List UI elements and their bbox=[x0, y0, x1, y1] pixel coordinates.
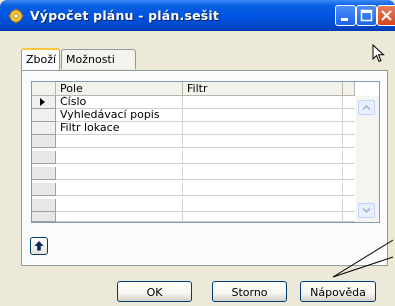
row-spacer bbox=[343, 199, 355, 212]
dialog-window: Výpočet plánu - plán.sešit Zboží Možnost… bbox=[0, 0, 395, 306]
row-selector[interactable] bbox=[32, 135, 56, 148]
row-spacer bbox=[343, 151, 355, 164]
close-icon bbox=[381, 10, 392, 21]
filter-cell[interactable] bbox=[183, 135, 343, 148]
filter-cell[interactable] bbox=[183, 212, 343, 222]
column-header-pole[interactable]: Pole bbox=[56, 82, 183, 96]
row-spacer bbox=[343, 167, 355, 180]
tab-moznosti[interactable]: Možnosti bbox=[61, 49, 136, 69]
row-selector[interactable] bbox=[32, 96, 56, 109]
move-up-button[interactable] bbox=[30, 237, 48, 255]
filter-cell[interactable] bbox=[183, 167, 343, 180]
column-header-filtr[interactable]: Filtr bbox=[183, 82, 343, 96]
row-selector[interactable] bbox=[32, 167, 56, 180]
table-row[interactable] bbox=[32, 135, 355, 148]
minimize-button[interactable] bbox=[335, 5, 356, 26]
filter-grid: Pole Filtr Číslo Vyhledávací popis Filtr… bbox=[31, 81, 380, 223]
table-row[interactable] bbox=[32, 199, 355, 212]
arrow-up-icon bbox=[34, 241, 44, 251]
table-row[interactable]: Číslo bbox=[32, 96, 355, 109]
minimize-icon bbox=[341, 18, 348, 21]
scroll-up-button[interactable] bbox=[358, 100, 375, 115]
field-cell[interactable]: Filtr lokace bbox=[56, 122, 183, 135]
scroll-down-button[interactable] bbox=[358, 203, 375, 218]
row-spacer bbox=[343, 109, 355, 122]
table-row[interactable]: Vyhledávací popis bbox=[32, 109, 355, 122]
row-spacer bbox=[343, 122, 355, 135]
ok-button[interactable]: OK bbox=[117, 281, 192, 302]
gear-icon bbox=[8, 8, 24, 24]
chevron-down-icon bbox=[362, 207, 371, 214]
chevron-up-icon bbox=[362, 104, 371, 111]
filter-cell[interactable] bbox=[183, 109, 343, 122]
filter-cell[interactable] bbox=[183, 122, 343, 135]
filter-cell[interactable] bbox=[183, 151, 343, 164]
filter-cell[interactable] bbox=[183, 96, 343, 109]
row-selector[interactable] bbox=[32, 109, 56, 122]
mouse-cursor-icon bbox=[372, 44, 385, 63]
row-selector[interactable] bbox=[32, 122, 56, 135]
tab-zbozi[interactable]: Zboží bbox=[21, 48, 60, 70]
table-row[interactable] bbox=[32, 151, 355, 164]
row-selector[interactable] bbox=[32, 183, 56, 196]
table-row[interactable] bbox=[32, 183, 355, 196]
close-button[interactable] bbox=[377, 5, 395, 26]
vertical-scrollbar[interactable] bbox=[356, 96, 379, 222]
maximize-button[interactable] bbox=[356, 5, 377, 26]
field-cell[interactable] bbox=[56, 135, 183, 148]
title-bar[interactable]: Výpočet plánu - plán.sešit bbox=[0, 0, 395, 31]
field-cell[interactable]: Číslo bbox=[56, 96, 183, 109]
field-cell[interactable]: Vyhledávací popis bbox=[56, 109, 183, 122]
row-spacer bbox=[343, 183, 355, 196]
row-selector[interactable] bbox=[32, 199, 56, 212]
field-cell[interactable] bbox=[56, 199, 183, 212]
table-row[interactable]: Filtr lokace bbox=[32, 122, 355, 135]
maximize-icon bbox=[360, 9, 373, 22]
help-button[interactable]: Nápověda bbox=[300, 281, 376, 302]
grid-corner-header bbox=[32, 82, 56, 96]
annotation-callout-lines bbox=[332, 239, 394, 278]
window-title: Výpočet plánu - plán.sešit bbox=[30, 8, 220, 23]
filter-cell[interactable] bbox=[183, 199, 343, 212]
column-header-spacer bbox=[343, 82, 355, 96]
row-spacer bbox=[343, 96, 355, 109]
row-spacer bbox=[343, 212, 355, 222]
row-selector[interactable] bbox=[32, 151, 56, 164]
field-cell[interactable] bbox=[56, 167, 183, 180]
field-cell[interactable] bbox=[56, 212, 183, 222]
row-spacer bbox=[343, 135, 355, 148]
filter-cell[interactable] bbox=[183, 183, 343, 196]
table-row[interactable] bbox=[32, 167, 355, 180]
row-selector[interactable] bbox=[32, 212, 56, 222]
field-cell[interactable] bbox=[56, 151, 183, 164]
cancel-button[interactable]: Storno bbox=[212, 281, 287, 302]
current-row-arrow-icon bbox=[40, 98, 45, 106]
table-row[interactable] bbox=[32, 212, 355, 222]
field-cell[interactable] bbox=[56, 183, 183, 196]
